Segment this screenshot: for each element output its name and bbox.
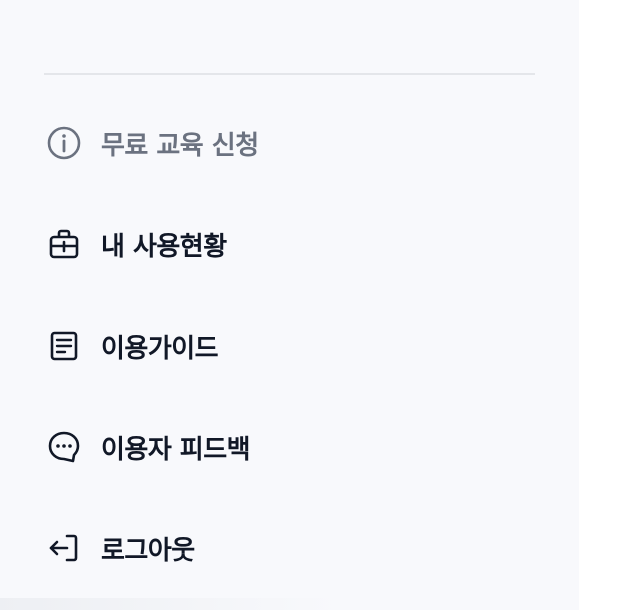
menu-item-label: 이용자 피드백 <box>101 434 251 465</box>
menu-item-user-feedback[interactable]: 이용자 피드백 <box>44 423 251 471</box>
logout-icon <box>44 528 84 568</box>
side-menu-panel: 무료 교육 신청 내 사용현황 이용가이드 이용자 피드백 로그아웃 <box>0 0 579 610</box>
chat-bubble-icon <box>44 427 84 467</box>
menu-item-label: 이용가이드 <box>101 333 219 364</box>
info-icon <box>44 123 84 163</box>
menu-item-free-education[interactable]: 무료 교육 신청 <box>44 119 259 167</box>
menu-item-user-guide[interactable]: 이용가이드 <box>44 322 219 370</box>
menu-item-label: 내 사용현황 <box>101 231 227 262</box>
document-icon <box>44 326 84 366</box>
bottom-shadow <box>0 598 340 610</box>
menu-item-label: 로그아웃 <box>101 535 195 566</box>
menu-divider <box>44 73 535 75</box>
briefcase-icon <box>44 224 84 264</box>
menu-item-label: 무료 교육 신청 <box>101 130 259 161</box>
menu-item-my-usage[interactable]: 내 사용현황 <box>44 220 227 268</box>
menu-item-logout[interactable]: 로그아웃 <box>44 524 195 572</box>
